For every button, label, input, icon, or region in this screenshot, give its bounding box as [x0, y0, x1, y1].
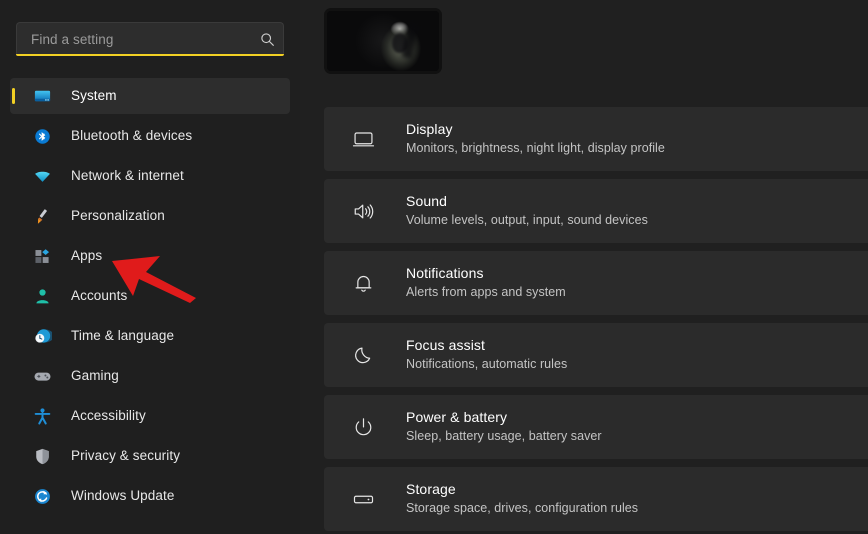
sidebar-item-personalization[interactable]: Personalization	[10, 198, 290, 234]
sidebar-item-windows-update[interactable]: Windows Update	[10, 478, 290, 514]
drive-icon	[350, 486, 376, 512]
card-text-block: Focus assist Notifications, automatic ru…	[406, 337, 567, 373]
sidebar-item-privacy-security[interactable]: Privacy & security	[10, 438, 290, 474]
sidebar-item-label: Accessibility	[71, 409, 146, 423]
sidebar-item-label: Network & internet	[71, 169, 184, 183]
device-thumbnail-container	[324, 0, 868, 74]
accessibility-icon	[32, 406, 52, 426]
moon-icon	[350, 342, 376, 368]
clock-globe-icon	[32, 326, 52, 346]
settings-card-list: Display Monitors, brightness, night ligh…	[324, 107, 868, 531]
card-text-block: Storage Storage space, drives, configura…	[406, 481, 638, 517]
card-title: Power & battery	[406, 409, 602, 427]
search-focus-underline	[16, 54, 284, 56]
settings-sidebar: Find a setting	[0, 0, 300, 534]
wallpaper-image	[327, 11, 439, 71]
speaker-icon	[350, 198, 376, 224]
sidebar-nav-list: System Bluetooth & devices	[0, 78, 300, 514]
sidebar-item-system[interactable]: System	[10, 78, 290, 114]
settings-card-focus-assist[interactable]: Focus assist Notifications, automatic ru…	[324, 323, 868, 387]
settings-card-power-battery[interactable]: Power & battery Sleep, battery usage, ba…	[324, 395, 868, 459]
sidebar-item-apps[interactable]: Apps	[10, 238, 290, 274]
sidebar-item-label: Apps	[71, 249, 102, 263]
card-text-block: Display Monitors, brightness, night ligh…	[406, 121, 665, 157]
selection-accent-bar	[12, 88, 15, 104]
card-text-block: Sound Volume levels, output, input, soun…	[406, 193, 648, 229]
apps-icon	[32, 246, 52, 266]
wifi-icon	[32, 166, 52, 186]
settings-card-notifications[interactable]: Notifications Alerts from apps and syste…	[324, 251, 868, 315]
sidebar-item-accounts[interactable]: Accounts	[10, 278, 290, 314]
search-icon[interactable]	[260, 32, 275, 47]
card-text-block: Power & battery Sleep, battery usage, ba…	[406, 409, 602, 445]
sidebar-item-network-internet[interactable]: Network & internet	[10, 158, 290, 194]
card-subtitle: Storage space, drives, configuration rul…	[406, 501, 638, 517]
bell-icon	[350, 270, 376, 296]
sidebar-item-label: Time & language	[71, 329, 174, 343]
search-placeholder: Find a setting	[31, 33, 260, 47]
settings-window: Find a setting	[0, 0, 868, 534]
sidebar-item-label: Windows Update	[71, 489, 174, 503]
display-icon	[350, 126, 376, 152]
sidebar-item-label: Gaming	[71, 369, 119, 383]
person-icon	[32, 286, 52, 306]
card-title: Display	[406, 121, 665, 139]
settings-content-pane: Display Monitors, brightness, night ligh…	[300, 0, 868, 534]
card-title: Sound	[406, 193, 648, 211]
sidebar-item-label: System	[71, 89, 117, 103]
shield-icon	[32, 446, 52, 466]
card-title: Storage	[406, 481, 638, 499]
card-subtitle: Volume levels, output, input, sound devi…	[406, 213, 648, 229]
settings-card-display[interactable]: Display Monitors, brightness, night ligh…	[324, 107, 868, 171]
sidebar-item-time-language[interactable]: Time & language	[10, 318, 290, 354]
settings-card-storage[interactable]: Storage Storage space, drives, configura…	[324, 467, 868, 531]
search-container: Find a setting	[16, 22, 284, 56]
update-icon	[32, 486, 52, 506]
card-title: Notifications	[406, 265, 566, 283]
monitor-icon	[32, 86, 52, 106]
settings-card-sound[interactable]: Sound Volume levels, output, input, soun…	[324, 179, 868, 243]
card-title: Focus assist	[406, 337, 567, 355]
sidebar-item-label: Personalization	[71, 209, 165, 223]
card-subtitle: Alerts from apps and system	[406, 285, 566, 301]
sidebar-item-label: Privacy & security	[71, 449, 180, 463]
card-subtitle: Sleep, battery usage, battery saver	[406, 429, 602, 445]
sidebar-item-bluetooth-devices[interactable]: Bluetooth & devices	[10, 118, 290, 154]
search-input[interactable]: Find a setting	[16, 22, 284, 56]
paintbrush-icon	[32, 206, 52, 226]
sidebar-item-gaming[interactable]: Gaming	[10, 358, 290, 394]
power-icon	[350, 414, 376, 440]
sidebar-item-label: Bluetooth & devices	[71, 129, 192, 143]
bluetooth-icon	[32, 126, 52, 146]
gamepad-icon	[32, 366, 52, 386]
sidebar-item-accessibility[interactable]: Accessibility	[10, 398, 290, 434]
card-text-block: Notifications Alerts from apps and syste…	[406, 265, 566, 301]
device-wallpaper-thumbnail[interactable]	[324, 8, 442, 74]
card-subtitle: Monitors, brightness, night light, displ…	[406, 141, 665, 157]
card-subtitle: Notifications, automatic rules	[406, 357, 567, 373]
sidebar-item-label: Accounts	[71, 289, 127, 303]
